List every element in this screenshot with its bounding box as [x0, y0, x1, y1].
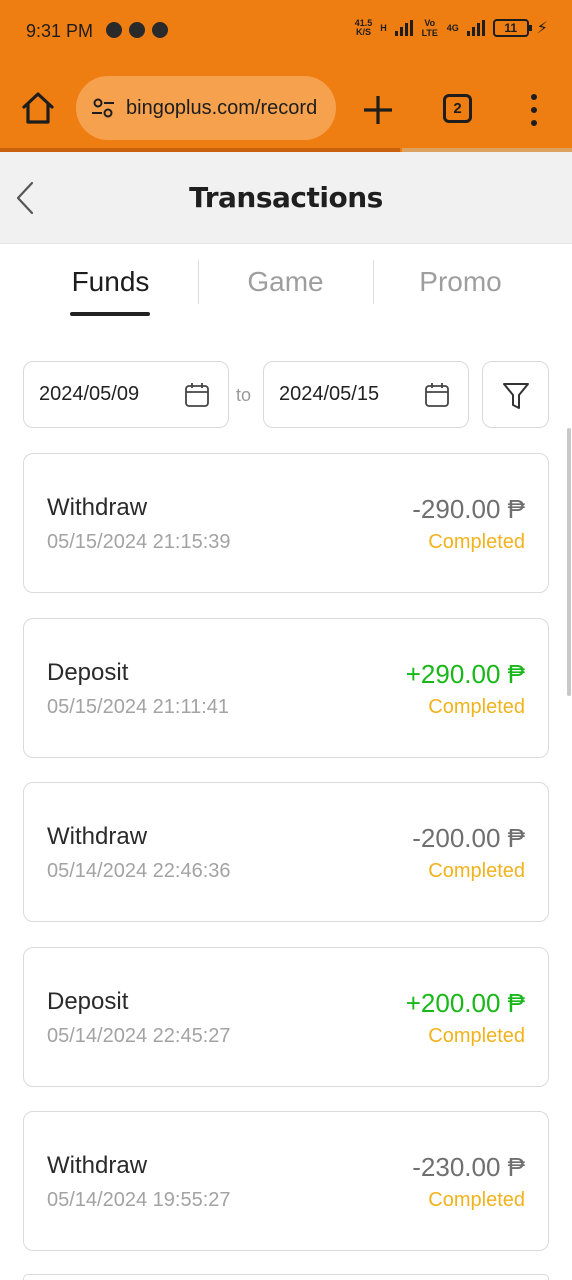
signal-icon [394, 20, 413, 36]
transaction-status: Completed [428, 696, 525, 718]
tab-funds[interactable]: Funds [23, 266, 198, 298]
url-text: bingoplus.com/record [126, 96, 318, 119]
date-range-separator: to [236, 385, 252, 405]
charging-icon: ⚡ [536, 20, 548, 37]
transaction-amount: +200.00 ₱ [405, 988, 525, 1018]
browser-chrome: 9:31 PM 41.5 K/S H Vo LTE 4G 11 ⚡ bingop… [0, 0, 572, 152]
address-bar[interactable]: bingoplus.com/record [76, 76, 336, 140]
sync-icon [129, 22, 145, 38]
page-header: Transactions [0, 152, 572, 244]
transaction-card[interactable]: Deposit 05/14/2024 22:45:27 +200.00 ₱ Co… [23, 947, 549, 1087]
transaction-datetime: 05/14/2024 22:45:27 [47, 1025, 231, 1047]
tab-switcher-button[interactable]: 2 [443, 94, 472, 123]
status-bar: 9:31 PM 41.5 K/S H Vo LTE 4G 11 ⚡ [0, 0, 572, 64]
transaction-datetime: 05/14/2024 19:55:27 [47, 1189, 231, 1211]
transaction-card[interactable]: Deposit 05/15/2024 21:11:41 +290.00 ₱ Co… [23, 618, 549, 758]
calendar-icon [425, 383, 449, 407]
transaction-amount: -230.00 ₱ [412, 1152, 525, 1182]
transaction-datetime: 05/15/2024 21:11:41 [47, 696, 230, 718]
transaction-type: Withdraw [47, 1152, 148, 1179]
home-icon[interactable] [18, 88, 58, 128]
new-tab-icon[interactable] [360, 92, 396, 128]
volte-label: Vo LTE [421, 18, 438, 38]
transaction-amount: +290.00 ₱ [405, 659, 525, 689]
network-4g-label: 4G [446, 23, 459, 33]
calendar-icon [185, 383, 209, 407]
transaction-amount: -200.00 ₱ [412, 823, 525, 853]
signal-icon-2 [466, 20, 485, 36]
transaction-card[interactable]: Withdraw 05/15/2024 21:15:39 -290.00 ₱ C… [23, 453, 549, 593]
record-tabs: Funds Game Promo [0, 244, 572, 332]
transaction-type: Deposit [47, 659, 129, 686]
transaction-amount: -290.00 ₱ [412, 494, 525, 524]
transaction-card[interactable]: Withdraw 05/14/2024 19:55:27 -230.00 ₱ C… [23, 1111, 549, 1251]
transaction-status: Completed [428, 860, 525, 882]
transaction-datetime: 05/15/2024 21:15:39 [47, 531, 231, 553]
transaction-type: Withdraw [47, 823, 148, 850]
status-time: 9:31 PM [26, 21, 94, 41]
start-date-picker[interactable]: 2024/05/09 [23, 361, 229, 428]
browser-toolbar: bingoplus.com/record 2 [0, 64, 572, 152]
start-date-value: 2024/05/09 [39, 383, 140, 405]
site-settings-icon[interactable] [90, 95, 116, 121]
app-notification-icon [152, 22, 168, 38]
transaction-card-partial[interactable] [23, 1274, 549, 1280]
battery-icon: 11 [492, 19, 532, 37]
page-title: Transactions [189, 181, 383, 214]
scrollbar[interactable] [567, 428, 571, 696]
transaction-status: Completed [428, 1025, 525, 1047]
active-tab-indicator [70, 312, 150, 316]
notification-icons [106, 22, 168, 38]
network-h-label: H [380, 23, 387, 33]
more-menu-icon[interactable] [526, 94, 542, 126]
filter-funnel-icon [503, 383, 529, 409]
end-date-picker[interactable]: 2024/05/15 [263, 361, 469, 428]
network-speed: 41.5 K/S [354, 18, 373, 37]
filter-button[interactable] [482, 361, 549, 428]
transaction-status: Completed [428, 1189, 525, 1211]
transaction-type: Deposit [47, 988, 129, 1015]
transaction-card[interactable]: Withdraw 05/14/2024 22:46:36 -200.00 ₱ C… [23, 782, 549, 922]
transaction-status: Completed [428, 531, 525, 553]
status-indicators: 41.5 K/S H Vo LTE 4G 11 ⚡ [355, 18, 548, 38]
transaction-datetime: 05/14/2024 22:46:36 [47, 860, 231, 882]
end-date-value: 2024/05/15 [279, 383, 380, 405]
tab-game[interactable]: Game [198, 266, 373, 298]
messenger-icon [106, 22, 122, 38]
tab-promo[interactable]: Promo [373, 266, 548, 298]
transaction-type: Withdraw [47, 494, 148, 521]
